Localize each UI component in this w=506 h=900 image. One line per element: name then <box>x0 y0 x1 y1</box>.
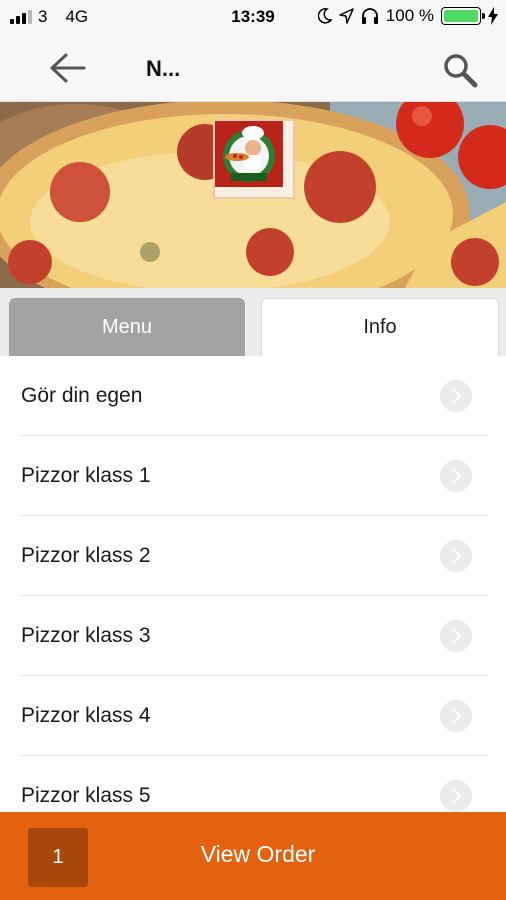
battery-icon <box>441 7 485 25</box>
moon-icon <box>317 8 332 24</box>
search-icon <box>444 54 478 88</box>
tab-menu[interactable]: Menu <box>9 298 245 356</box>
location-icon <box>339 8 354 24</box>
list-item-label: Pizzor klass 3 <box>21 624 151 647</box>
chevron-right-icon <box>440 380 472 412</box>
list-item-label: Pizzor klass 5 <box>21 784 151 807</box>
pizza-chef-logo-icon <box>215 121 283 187</box>
restaurant-logo <box>213 119 295 199</box>
list-item-label: Gör din egen <box>21 384 143 407</box>
search-button[interactable] <box>440 50 480 90</box>
list-item-pizzor-klass-4[interactable]: Pizzor klass 4 <box>21 676 487 756</box>
list-item-label: Pizzor klass 1 <box>21 464 151 487</box>
back-arrow-icon <box>50 53 86 83</box>
list-item-pizzor-klass-3[interactable]: Pizzor klass 3 <box>21 596 487 676</box>
list-item-pizzor-klass-5[interactable]: Pizzor klass 5 <box>21 756 487 812</box>
chevron-right-icon <box>440 620 472 652</box>
view-order-button[interactable]: View Order <box>0 841 506 868</box>
list-item-pizzor-klass-2[interactable]: Pizzor klass 2 <box>21 516 487 596</box>
list-item-label: Pizzor klass 2 <box>21 544 151 567</box>
chevron-right-icon <box>440 540 472 572</box>
back-button[interactable] <box>44 48 96 88</box>
list-item-label: Pizzor klass 4 <box>21 704 151 727</box>
status-right: 100 % <box>317 6 498 26</box>
nav-title: N... <box>146 56 181 81</box>
battery-percent: 100 % <box>385 6 434 25</box>
hero-image <box>0 102 506 288</box>
view-order-bar[interactable]: 1 View Order <box>0 812 506 900</box>
charging-icon <box>488 7 498 25</box>
list-item-gor-din-egen[interactable]: Gör din egen <box>21 356 487 436</box>
chevron-right-icon <box>440 780 472 812</box>
menu-category-list: Gör din egen Pizzor klass 1 Pizzor klass… <box>0 356 506 812</box>
tab-bar: Menu Info <box>0 288 506 356</box>
headphones-icon <box>361 8 378 24</box>
list-item-pizzor-klass-1[interactable]: Pizzor klass 1 <box>21 436 487 516</box>
tab-info[interactable]: Info <box>261 298 499 356</box>
status-bar: 3 4G 13:39 100 % <box>0 0 506 34</box>
nav-bar: N... <box>0 34 506 102</box>
chevron-right-icon <box>440 460 472 492</box>
chevron-right-icon <box>440 700 472 732</box>
